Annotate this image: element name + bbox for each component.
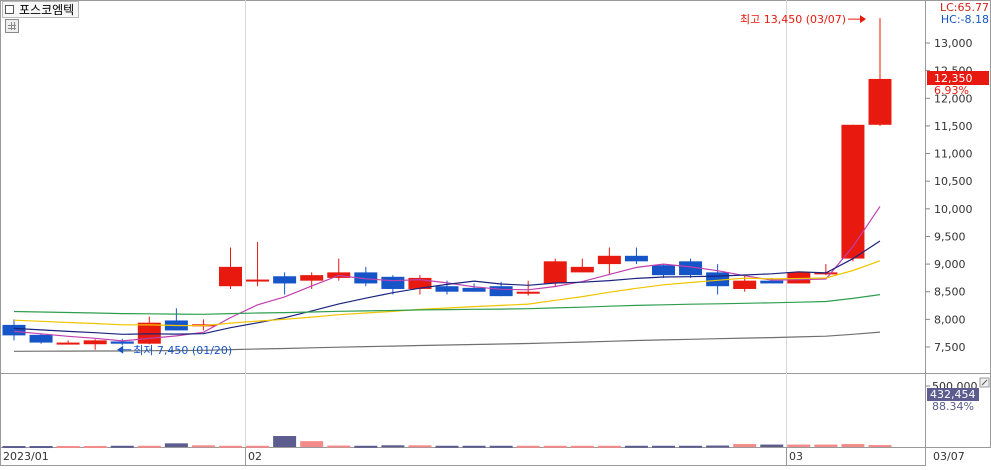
candle-body bbox=[246, 279, 270, 282]
candle-body bbox=[273, 276, 297, 284]
candle-body bbox=[56, 342, 80, 345]
high-annotation: 최고 13,450 (03/07) bbox=[740, 13, 846, 26]
ma60-line bbox=[13, 294, 881, 315]
volume-bar bbox=[679, 445, 703, 448]
volume-bar bbox=[489, 445, 513, 448]
price-tick-label: 13,000 bbox=[934, 37, 973, 50]
price-tick-label: 7,500 bbox=[934, 341, 966, 354]
volume-bar bbox=[300, 441, 324, 447]
candle-body bbox=[83, 340, 107, 345]
xaxis-label: 03 bbox=[789, 450, 803, 463]
volume-bar bbox=[435, 445, 459, 448]
candle-body bbox=[462, 287, 486, 292]
candle-body bbox=[489, 286, 513, 297]
candle-body bbox=[624, 255, 648, 262]
xaxis-label: 2023/01 bbox=[3, 450, 49, 463]
candle-body bbox=[110, 341, 134, 344]
price-tick-label: 10,500 bbox=[934, 175, 973, 188]
candle-body bbox=[300, 275, 324, 281]
candle-body bbox=[2, 324, 26, 336]
volume-bar bbox=[733, 444, 757, 447]
hc-indicator: HC:-8.18 bbox=[940, 13, 989, 26]
candle-body bbox=[29, 334, 53, 343]
price-change-label: 6.93% bbox=[934, 84, 969, 97]
candle-body bbox=[733, 280, 757, 289]
volume-bar bbox=[462, 445, 486, 448]
candle-body bbox=[219, 266, 242, 287]
low-arrow-head bbox=[117, 345, 124, 354]
volume-bar bbox=[273, 436, 297, 447]
volume-bar bbox=[110, 445, 134, 448]
price-tick-label: 8,500 bbox=[934, 286, 966, 299]
volume-bar bbox=[29, 446, 53, 449]
xaxis-label: 03/07 bbox=[933, 450, 965, 463]
volume-bar bbox=[516, 445, 540, 448]
stock-name: 포스코엠텍 bbox=[19, 3, 75, 17]
volume-bar bbox=[83, 446, 107, 449]
price-tick-label: 11,500 bbox=[934, 120, 973, 133]
volume-bar bbox=[814, 444, 838, 447]
candle-body bbox=[381, 276, 405, 289]
volume-bar bbox=[408, 445, 432, 448]
volume-bar bbox=[56, 446, 80, 449]
volume-bar bbox=[327, 445, 351, 448]
price-tick-label: 8,000 bbox=[934, 313, 966, 326]
volume-bar bbox=[191, 445, 215, 448]
grid-icon[interactable] bbox=[5, 19, 19, 33]
volume-bar bbox=[624, 445, 648, 448]
price-tick-label: 10,000 bbox=[934, 203, 973, 216]
candle-body bbox=[137, 322, 161, 344]
volume-bar bbox=[570, 445, 594, 448]
volume-bar bbox=[381, 445, 405, 448]
stock-name-tab[interactable]: 포스코엠텍 bbox=[2, 1, 80, 18]
chart-header: 포스코엠텍 bbox=[2, 1, 80, 18]
candle-body bbox=[841, 124, 865, 259]
volume-bar bbox=[868, 445, 892, 448]
volume-bar bbox=[652, 445, 675, 448]
chart-canvas: 13,00012,50012,00011,50011,00010,50010,0… bbox=[0, 0, 991, 466]
volume-bar bbox=[246, 445, 270, 448]
volume-bar bbox=[841, 444, 865, 447]
high-arrow-head bbox=[860, 15, 866, 24]
price-tick-label: 9,500 bbox=[934, 230, 966, 243]
price-tick-label: 11,000 bbox=[934, 148, 973, 161]
volume-bar bbox=[164, 443, 188, 447]
volume-bar bbox=[706, 445, 730, 448]
volume-bar bbox=[354, 445, 378, 448]
xaxis-label: 02 bbox=[248, 450, 262, 463]
volume-bar bbox=[787, 444, 811, 447]
candle-body bbox=[597, 255, 621, 265]
candle-body bbox=[652, 265, 675, 276]
candle-body bbox=[516, 291, 540, 294]
volume-bar bbox=[2, 446, 26, 449]
candle-body bbox=[868, 78, 892, 125]
ma5-line bbox=[13, 206, 881, 342]
volume-bar bbox=[543, 445, 567, 448]
volume-bar bbox=[219, 445, 242, 448]
price-tick-label: 9,000 bbox=[934, 258, 966, 271]
chart-stage: 13,00012,50012,00011,50011,00010,50010,0… bbox=[0, 0, 991, 466]
volume-bar bbox=[597, 445, 621, 448]
candle-body bbox=[435, 286, 459, 292]
volume-change-label: 88.34% bbox=[932, 400, 974, 413]
volume-bar bbox=[137, 445, 161, 448]
collapse-icon bbox=[5, 5, 14, 14]
volume-bar bbox=[760, 444, 784, 447]
candle-body bbox=[760, 280, 784, 284]
low-annotation: 최저 7,450 (01/20) bbox=[133, 344, 232, 357]
candle-body bbox=[543, 261, 567, 284]
candle-body bbox=[570, 266, 594, 273]
